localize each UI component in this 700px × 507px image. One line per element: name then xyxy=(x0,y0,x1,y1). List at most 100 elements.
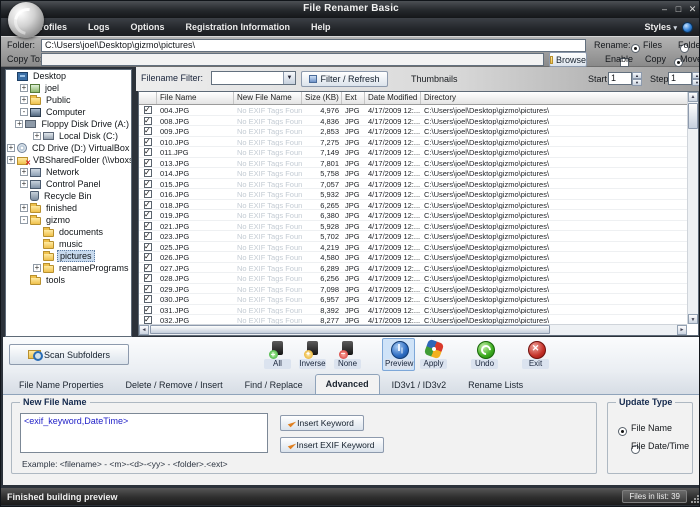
table-row[interactable]: 009.JPG No EXIF Tags Found 2,853 JPG 4/1… xyxy=(139,126,687,137)
tree-expander-icon[interactable]: - xyxy=(20,216,28,224)
scroll-left-icon[interactable]: ◄ xyxy=(139,325,149,335)
tree-expander-icon[interactable]: + xyxy=(20,204,28,212)
tab[interactable]: Find / Replace xyxy=(235,376,313,394)
update-file-name-radio[interactable] xyxy=(618,427,627,436)
header-ext[interactable]: Ext xyxy=(342,92,365,104)
tree-item[interactable]: - gizmo xyxy=(6,214,131,226)
tree-item[interactable]: music xyxy=(6,238,131,250)
tree-expander-icon[interactable]: + xyxy=(15,120,23,128)
tree-expander-icon[interactable]: + xyxy=(20,96,28,104)
row-checkbox[interactable] xyxy=(144,190,152,198)
tree-expander-icon[interactable]: + xyxy=(7,144,15,152)
scroll-up-icon[interactable]: ▲ xyxy=(688,92,698,102)
folder-input[interactable]: C:\Users\joel\Desktop\gizmo\pictures\ xyxy=(41,39,586,52)
step-input[interactable]: 1 xyxy=(668,72,692,85)
start-input[interactable]: 1 xyxy=(608,72,632,85)
menu-help[interactable]: Help xyxy=(311,22,331,32)
tree-item[interactable]: tools xyxy=(6,274,131,286)
row-checkbox[interactable] xyxy=(144,148,152,156)
menu-logs[interactable]: Logs xyxy=(88,22,110,32)
table-row[interactable]: 016.JPG No EXIF Tags Found 5,932 JPG 4/1… xyxy=(139,189,687,200)
action-button[interactable]: None xyxy=(331,338,364,371)
tab[interactable]: File Name Properties xyxy=(9,376,114,394)
header-size[interactable]: Size (KB) xyxy=(302,92,342,104)
step-spinner[interactable]: ▲▼ xyxy=(692,72,700,85)
row-checkbox[interactable] xyxy=(144,316,152,324)
tree-item[interactable]: - Computer xyxy=(6,106,131,118)
vertical-scroll-thumb[interactable] xyxy=(688,103,698,129)
header-date-modified[interactable]: Date Modified xyxy=(365,92,421,104)
table-row[interactable]: 010.JPG No EXIF Tags Found 7,275 JPG 4/1… xyxy=(139,137,687,148)
header-file-name[interactable]: File Name xyxy=(157,92,234,104)
tab[interactable]: Rename Lists xyxy=(458,376,533,394)
help-globe-icon[interactable] xyxy=(682,22,693,33)
row-checkbox[interactable] xyxy=(144,117,152,125)
tree-item[interactable]: + Control Panel xyxy=(6,178,131,190)
row-checkbox[interactable] xyxy=(144,159,152,167)
tree-expander-icon[interactable]: + xyxy=(33,132,41,140)
action-button[interactable]: Apply xyxy=(417,338,450,371)
tree-item[interactable]: + finished xyxy=(6,202,131,214)
tree-expander-icon[interactable]: - xyxy=(20,108,28,116)
tree-item[interactable]: + CD Drive (D:) VirtualBox Guest xyxy=(6,142,131,154)
tree-expander-icon[interactable]: + xyxy=(20,168,28,176)
resize-grip[interactable] xyxy=(691,495,699,503)
row-checkbox[interactable] xyxy=(144,201,152,209)
tree-item[interactable]: + renamePrograms xyxy=(6,262,131,274)
action-button[interactable]: Undo xyxy=(468,338,501,371)
pattern-textarea[interactable]: <exif_keyword,DateTime> xyxy=(20,413,268,453)
menu-options[interactable]: Options xyxy=(131,22,165,32)
insert-exif-keyword-button[interactable]: Insert EXIF Keyword xyxy=(280,437,384,453)
table-row[interactable]: 026.JPG No EXIF Tags Found 4,580 JPG 4/1… xyxy=(139,252,687,263)
table-row[interactable]: 025.JPG No EXIF Tags Found 4,219 JPG 4/1… xyxy=(139,242,687,253)
action-button[interactable]: All xyxy=(261,338,294,371)
table-row[interactable]: 004.JPG No EXIF Tags Found 4,976 JPG 4/1… xyxy=(139,105,687,116)
table-row[interactable]: 031.JPG No EXIF Tags Found 8,392 JPG 4/1… xyxy=(139,305,687,316)
tab[interactable]: Advanced xyxy=(315,374,380,394)
header-directory[interactable]: Directory xyxy=(421,92,698,104)
tree-expander-icon[interactable]: + xyxy=(33,264,41,272)
tree-item[interactable]: + VBSharedFolder (\\vboxsvr) ( xyxy=(6,154,131,166)
row-checkbox[interactable] xyxy=(144,264,152,272)
row-checkbox[interactable] xyxy=(144,295,152,303)
header-new-file-name[interactable]: New File Name xyxy=(234,92,302,104)
tree-item[interactable]: pictures xyxy=(6,250,131,262)
menu-registration-information[interactable]: Registration Information xyxy=(186,22,291,32)
table-row[interactable]: 028.JPG No EXIF Tags Found 6,256 JPG 4/1… xyxy=(139,273,687,284)
table-row[interactable]: 008.JPG No EXIF Tags Found 4,836 JPG 4/1… xyxy=(139,116,687,127)
tree-item[interactable]: + joel xyxy=(6,82,131,94)
table-row[interactable]: 013.JPG No EXIF Tags Found 7,801 JPG 4/1… xyxy=(139,158,687,169)
table-row[interactable]: 018.JPG No EXIF Tags Found 6,265 JPG 4/1… xyxy=(139,200,687,211)
close-button[interactable]: ✕ xyxy=(686,4,699,15)
tree-item[interactable]: + Network xyxy=(6,166,131,178)
copy-to-input[interactable] xyxy=(41,53,544,66)
tree-expander-icon[interactable]: + xyxy=(20,84,28,92)
row-checkbox[interactable] xyxy=(144,306,152,314)
row-checkbox[interactable] xyxy=(144,127,152,135)
table-row[interactable]: 027.JPG No EXIF Tags Found 6,289 JPG 4/1… xyxy=(139,263,687,274)
tab[interactable]: Delete / Remove / Insert xyxy=(116,376,233,394)
row-checkbox[interactable] xyxy=(144,222,152,230)
rename-files-radio[interactable] xyxy=(631,44,640,53)
insert-keyword-button[interactable]: Insert Keyword xyxy=(280,415,364,431)
scan-subfolders-button[interactable]: Scan Subfolders xyxy=(9,344,129,365)
scroll-right-icon[interactable]: ► xyxy=(677,325,687,335)
table-row[interactable]: 023.JPG No EXIF Tags Found 5,702 JPG 4/1… xyxy=(139,231,687,242)
table-row[interactable]: 011.JPG No EXIF Tags Found 7,149 JPG 4/1… xyxy=(139,147,687,158)
browse-button[interactable]: Browse xyxy=(549,52,587,67)
filter-refresh-button[interactable]: Filter / Refresh xyxy=(301,71,388,87)
vertical-scrollbar[interactable]: ▲ ▼ xyxy=(687,92,698,324)
tree-item[interactable]: Recycle Bin xyxy=(6,190,131,202)
horizontal-scrollbar[interactable]: ◄ ► xyxy=(139,324,687,335)
row-checkbox[interactable] xyxy=(144,232,152,240)
table-row[interactable]: 019.JPG No EXIF Tags Found 6,380 JPG 4/1… xyxy=(139,210,687,221)
tree-expander-icon[interactable]: + xyxy=(7,156,15,164)
minimize-button[interactable]: – xyxy=(658,4,671,14)
header-checkbox-column[interactable] xyxy=(139,92,157,104)
table-row[interactable]: 029.JPG No EXIF Tags Found 7,098 JPG 4/1… xyxy=(139,284,687,295)
tree-item[interactable]: + Public xyxy=(6,94,131,106)
tab[interactable]: ID3v1 / ID3v2 xyxy=(382,376,457,394)
table-row[interactable]: 015.JPG No EXIF Tags Found 7,057 JPG 4/1… xyxy=(139,179,687,190)
row-checkbox[interactable] xyxy=(144,169,152,177)
row-checkbox[interactable] xyxy=(144,211,152,219)
